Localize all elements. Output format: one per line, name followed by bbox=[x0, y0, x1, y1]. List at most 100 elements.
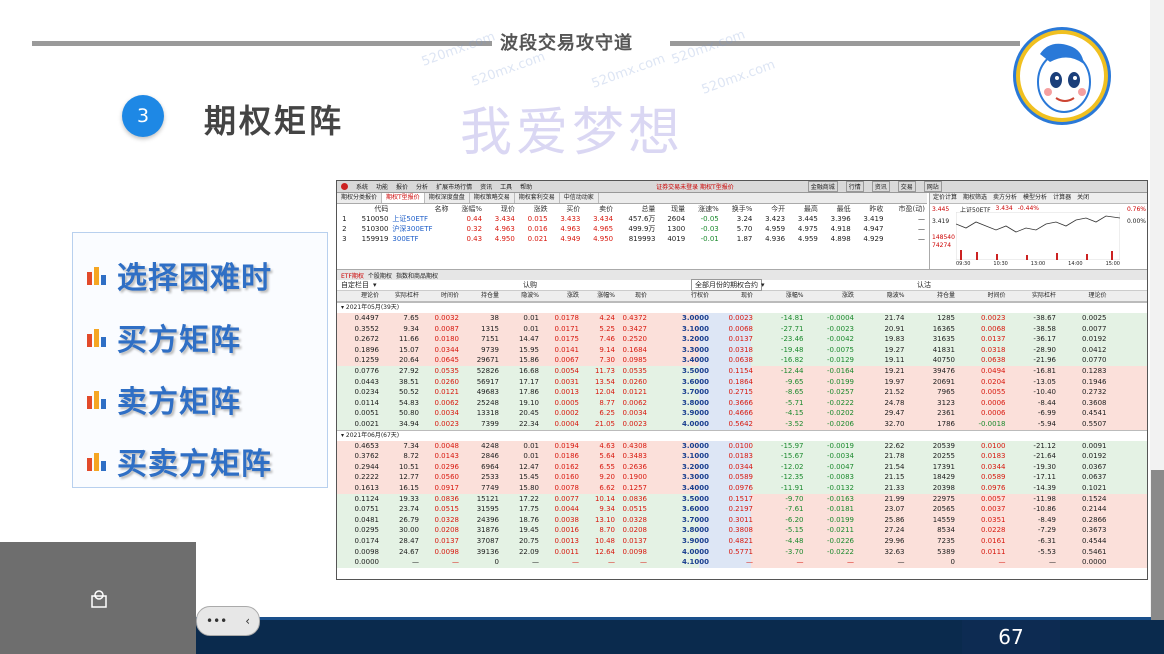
option-row[interactable]: 0.0021 34.94 0.0023 7399 22.34 0.0004 21.05 0.0… bbox=[337, 419, 1147, 430]
column-header[interactable]: 涨幅% bbox=[758, 291, 804, 301]
menu-system[interactable]: 系统 bbox=[356, 182, 368, 191]
quote-row[interactable]: 1 510050 上证50ETF 0.44 3.434 0.015 3.433 3.434 45… bbox=[337, 214, 927, 224]
menu-item-both[interactable]: 买卖方矩阵 bbox=[85, 439, 272, 483]
option-row[interactable]: 0.3552 9.34 0.0087 1315 0.01 0.0171 5.25 0.3427… bbox=[337, 323, 1147, 335]
column-header[interactable]: 涨跌 bbox=[541, 291, 579, 301]
chevron-down-icon[interactable]: ▾ bbox=[761, 281, 765, 289]
quote-header-cell[interactable]: 最高 bbox=[787, 204, 820, 214]
btn-quote[interactable]: 行情 bbox=[845, 181, 864, 192]
option-row[interactable]: 0.1259 20.64 0.0645 29671 15.86 0.0067 7.30 0.0… bbox=[337, 355, 1147, 366]
menu-help[interactable]: 帮助 bbox=[520, 182, 532, 191]
option-row[interactable]: 0.3762 8.72 0.0143 2846 0.01 0.0186 5.64 0.3483… bbox=[337, 451, 1147, 462]
column-header[interactable]: 隐波% bbox=[501, 291, 539, 301]
option-row[interactable]: 0.0234 50.52 0.0121 49683 17.86 0.0013 12.04 0.… bbox=[337, 387, 1147, 398]
column-header[interactable]: 实际杠杆 bbox=[1010, 291, 1056, 301]
menu-item-seller[interactable]: 卖方矩阵 bbox=[85, 377, 241, 421]
menu-analysis[interactable]: 分析 bbox=[416, 182, 428, 191]
quote-header-cell[interactable]: 卖价 bbox=[582, 204, 615, 214]
mini-tab-pricing[interactable]: 定价计算 bbox=[930, 193, 960, 203]
column-header[interactable]: 行权价 bbox=[671, 291, 709, 301]
option-row[interactable]: 0.0776 27.92 0.0535 52826 16.68 0.0054 11.73 0.… bbox=[337, 366, 1147, 377]
column-header[interactable]: 涨跌 bbox=[808, 291, 854, 301]
menu-extended[interactable]: 扩展市场行情 bbox=[436, 182, 472, 191]
quote-header-cell[interactable]: 最低 bbox=[820, 204, 853, 214]
column-header[interactable]: 持仓量 bbox=[909, 291, 955, 301]
option-row[interactable]: 0.0000— —0— — — —4.1000— — — —0— —0.0000 bbox=[337, 557, 1147, 568]
quote-header-cell[interactable]: 涨速% bbox=[687, 204, 721, 214]
more-icon[interactable]: ••• bbox=[206, 614, 227, 628]
option-row[interactable]: 0.1613 16.15 0.0917 7749 15.80 0.0078 6.62 0.12… bbox=[337, 483, 1147, 494]
chevron-down-icon[interactable]: ▾ bbox=[373, 281, 377, 289]
menu-news[interactable]: 资讯 bbox=[480, 182, 492, 191]
camera-icon[interactable] bbox=[88, 588, 110, 610]
quote-header-cell[interactable]: 涨幅% bbox=[450, 204, 484, 214]
mini-tab-model[interactable]: 模型分析 bbox=[1020, 193, 1050, 203]
quote-header-cell[interactable]: 总量 bbox=[615, 204, 657, 214]
option-row[interactable]: 0.4497 7.65 0.0032 38 0.01 0.0178 4.24 0.4372 3.… bbox=[337, 313, 1147, 324]
column-header[interactable]: 时间价 bbox=[960, 291, 1005, 301]
column-header[interactable]: 现价 bbox=[707, 291, 753, 301]
btn-news[interactable]: 资讯 bbox=[871, 181, 890, 192]
column-header[interactable]: 理论价 bbox=[1061, 291, 1106, 301]
quote-row[interactable]: 3 159919 300ETF 0.43 4.950 0.021 4.949 4.950 819… bbox=[337, 234, 927, 244]
month-select[interactable]: 全部月份的期权合约 bbox=[691, 279, 762, 291]
btn-mall[interactable]: 金融商城 bbox=[807, 181, 838, 192]
column-header[interactable]: 持仓量 bbox=[461, 291, 499, 301]
btn-site[interactable]: 网站 bbox=[923, 181, 942, 192]
quote-header-cell[interactable]: 名称 bbox=[390, 204, 450, 214]
option-row[interactable]: 0.1896 15.07 0.0344 9739 15.95 0.0141 9.14 0.16… bbox=[337, 344, 1147, 356]
subtab-etf[interactable]: ETF期权 bbox=[341, 271, 364, 280]
mini-tab-filter[interactable]: 期权筛选 bbox=[960, 193, 990, 203]
option-row[interactable]: 0.4653 7.34 0.0048 4248 0.01 0.0194 4.63 0.4308… bbox=[337, 440, 1147, 452]
quote-header-cell[interactable]: 涨跌 bbox=[517, 204, 550, 214]
menu-quote[interactable]: 报价 bbox=[396, 182, 408, 191]
option-row[interactable]: 0.0098 24.67 0.0098 39136 22.09 0.0011 12.64 0.… bbox=[337, 546, 1147, 558]
quote-header-cell[interactable]: 代码 bbox=[349, 204, 391, 214]
quote-header-cell[interactable] bbox=[337, 204, 349, 214]
tab-option-arbitrage[interactable]: 期权套利交易 bbox=[515, 193, 560, 203]
tab-citic[interactable]: 中信动动家 bbox=[560, 193, 599, 203]
quote-header-cell[interactable]: 现价 bbox=[484, 204, 517, 214]
option-row[interactable]: 0.0481 26.79 0.0328 24396 18.76 0.0038 13.10 0.… bbox=[337, 514, 1147, 526]
menu-tools[interactable]: 工具 bbox=[500, 182, 512, 191]
side-panel-toggle[interactable] bbox=[1151, 470, 1164, 620]
column-header[interactable]: 现价 bbox=[609, 291, 647, 301]
option-row[interactable]: 0.2672 11.66 0.0180 7151 14.47 0.0175 7.46 0.25… bbox=[337, 334, 1147, 345]
option-row[interactable]: 0.0114 54.83 0.0062 25248 19.10 0.0005 8.77 0.0… bbox=[337, 397, 1147, 409]
menu-item-buyer[interactable]: 买方矩阵 bbox=[85, 315, 241, 359]
tab-option-strategy[interactable]: 期权策略交易 bbox=[470, 193, 515, 203]
mini-tab-calc[interactable]: 计算器 bbox=[1050, 193, 1074, 203]
option-row[interactable]: 0.0751 23.74 0.0515 31595 17.75 0.0044 9.34 0.0… bbox=[337, 504, 1147, 515]
quote-header-cell[interactable]: 市盈(动) bbox=[885, 204, 927, 214]
mini-tab-seller[interactable]: 卖方分析 bbox=[990, 193, 1020, 203]
tab-option-category[interactable]: 期权分类报价 bbox=[337, 193, 383, 203]
subtab-index[interactable]: 指数和商品期权 bbox=[396, 271, 438, 280]
column-header[interactable]: 理论价 bbox=[341, 291, 379, 301]
quote-header-cell[interactable]: 买价 bbox=[550, 204, 583, 214]
menu-function[interactable]: 功能 bbox=[376, 182, 388, 191]
column-header[interactable]: 隐波% bbox=[859, 291, 905, 301]
mini-tab-close[interactable]: 关闭 bbox=[1074, 193, 1092, 203]
custom-columns-button[interactable]: 自定栏目 bbox=[341, 280, 369, 290]
collapse-icon[interactable]: ‹ bbox=[245, 614, 250, 628]
option-row[interactable]: 0.0443 38.51 0.0260 56917 17.17 0.0031 13.54 0.… bbox=[337, 376, 1147, 388]
option-row[interactable]: 0.0174 28.47 0.0137 37087 20.75 0.0013 10.48 0.… bbox=[337, 536, 1147, 547]
option-row[interactable]: 0.0051 50.80 0.0034 13318 20.45 0.0002 6.25 0.0… bbox=[337, 408, 1147, 419]
column-header[interactable]: 实际杠杆 bbox=[381, 291, 419, 301]
quote-header-cell[interactable]: 昨收 bbox=[853, 204, 886, 214]
subtab-stock[interactable]: 个股期权 bbox=[368, 271, 392, 280]
option-row[interactable]: 0.1124 19.33 0.0836 15121 17.22 0.0077 10.14 0.… bbox=[337, 493, 1147, 505]
option-row[interactable]: 0.2222 12.77 0.0560 2533 15.45 0.0160 9.20 0.19… bbox=[337, 472, 1147, 483]
tab-option-depth[interactable]: 期权深度盘盘 bbox=[425, 193, 470, 203]
quote-header-cell[interactable]: 现量 bbox=[657, 204, 687, 214]
option-row[interactable]: 0.2944 10.51 0.0296 6964 12.47 0.0162 6.55 0.26… bbox=[337, 461, 1147, 473]
option-row[interactable]: 0.0295 30.00 0.0208 31876 19.45 0.0016 8.70 0.0… bbox=[337, 525, 1147, 536]
menu-item-choice[interactable]: 选择困难时 bbox=[85, 253, 272, 297]
quote-header-cell[interactable]: 今开 bbox=[754, 204, 787, 214]
column-header[interactable]: 时间价 bbox=[421, 291, 459, 301]
quote-row[interactable]: 2 510300 沪深300ETF 0.32 4.963 0.016 4.963 4.965 4… bbox=[337, 224, 927, 234]
btn-trade[interactable]: 交易 bbox=[897, 181, 916, 192]
put-cell: -0.0083 bbox=[826, 473, 854, 482]
quote-header-cell[interactable]: 换手% bbox=[721, 204, 755, 214]
tab-option-t-quote[interactable]: 期权T型报价 bbox=[382, 193, 425, 203]
